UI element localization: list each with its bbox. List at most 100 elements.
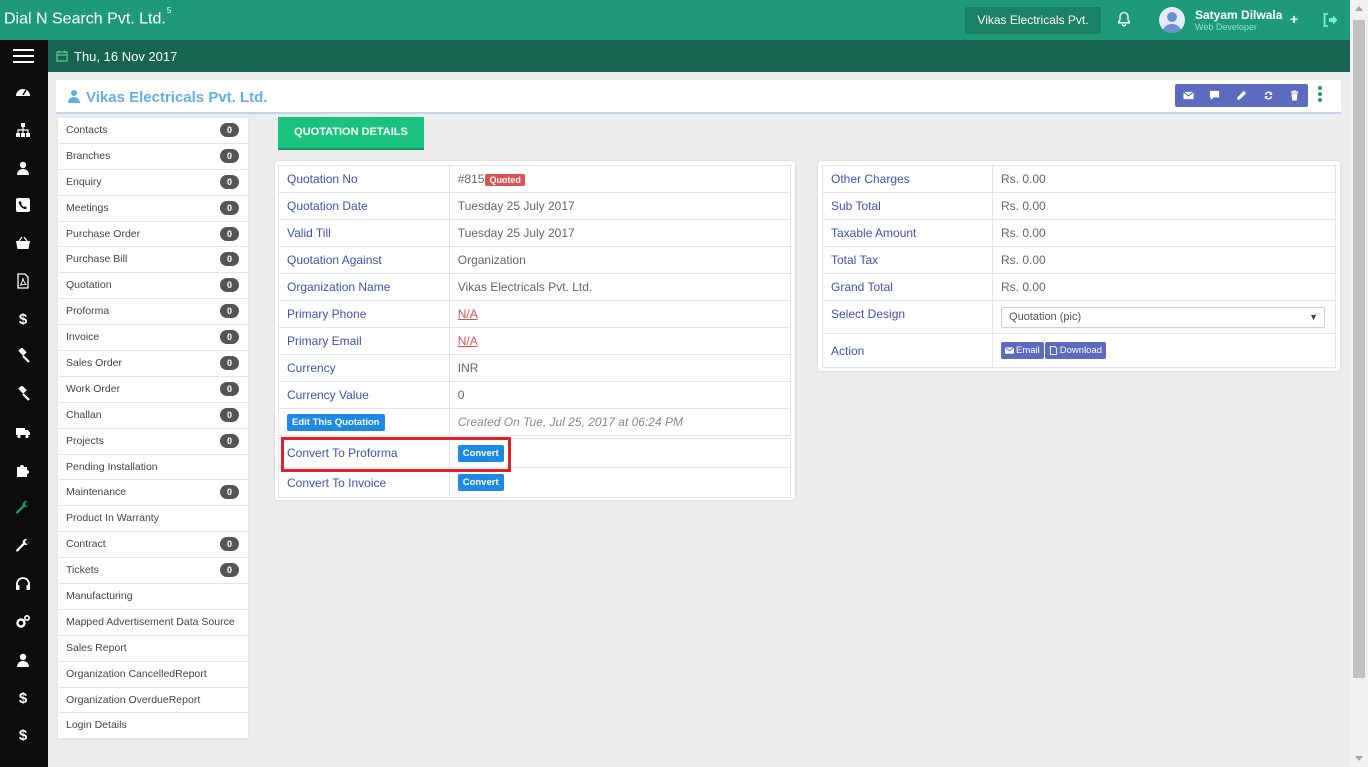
- user-icon[interactable]: [12, 649, 34, 671]
- sidebar-item-purchase-order[interactable]: Purchase Order 0: [58, 222, 248, 248]
- total-tax-label: Total Tax: [821, 246, 994, 274]
- sidebar-item-work-order[interactable]: Work Order 0: [58, 377, 248, 403]
- menu-toggle-icon[interactable]: [0, 40, 48, 72]
- table-row: Quotation No #815 Quoted: [278, 165, 792, 193]
- other-charges-label: Other Charges: [821, 165, 994, 193]
- table-row: Edit This Quotation Created On Tue, Jul …: [278, 408, 792, 436]
- sidebar-item-meetings[interactable]: Meetings 0: [58, 196, 248, 222]
- convert-to-invoice-label: Convert To Invoice: [278, 467, 450, 498]
- chevron-down-icon: ▼: [1309, 311, 1319, 322]
- primary-email-link[interactable]: N/A: [458, 334, 478, 348]
- puzzle-icon[interactable]: [12, 459, 34, 481]
- sidebar-item-organization-overduereport[interactable]: Organization OverdueReport: [58, 688, 248, 714]
- plus-icon[interactable]: +: [1290, 12, 1298, 26]
- scroll-up-icon[interactable]: [1350, 0, 1368, 17]
- dollar-icon[interactable]: $: [12, 724, 34, 746]
- sidebar-item-contacts[interactable]: Contacts 0: [58, 118, 248, 144]
- convert-to-invoice-button[interactable]: Convert: [457, 474, 504, 491]
- sidebar-item-sales-order[interactable]: Sales Order 0: [58, 351, 248, 377]
- tab-quotation-details[interactable]: QUOTATION DETAILS: [278, 117, 424, 150]
- sitemap-icon[interactable]: [12, 119, 34, 141]
- sidebar-item-pending-installation[interactable]: Pending Installation: [58, 455, 248, 481]
- user-name[interactable]: Satyam Dilwala: [1195, 8, 1282, 22]
- gavel-icon[interactable]: [12, 345, 34, 367]
- quotation-summary-panel: Other Charges Rs. 0.00 Sub Total Rs. 0.0…: [818, 161, 1340, 371]
- quotation-date-value: Tuesday 25 July 2017: [448, 192, 792, 220]
- primary-phone-label: Primary Phone: [278, 300, 450, 328]
- sidebar-item-label: Organization CancelledReport: [66, 667, 207, 680]
- sidebar-item-purchase-bill[interactable]: Purchase Bill 0: [58, 247, 248, 274]
- cogs-icon[interactable]: [12, 611, 34, 633]
- more-options-icon[interactable]: [1317, 86, 1323, 104]
- user-icon[interactable]: [12, 157, 34, 179]
- sidebar-item-branches[interactable]: Branches 0: [58, 144, 248, 170]
- sidebar-item-contract[interactable]: Contract 0: [58, 532, 248, 559]
- sidebar-item-proforma[interactable]: Proforma 0: [58, 299, 248, 326]
- edit-quotation-button[interactable]: Edit This Quotation: [287, 413, 385, 431]
- org-switcher-button[interactable]: Vikas Electricals Pvt.: [965, 7, 1101, 34]
- wrench-icon[interactable]: [12, 497, 34, 519]
- count-badge: 0: [220, 407, 239, 422]
- basket-icon[interactable]: [12, 232, 34, 254]
- table-row: Currency Value 0: [278, 381, 792, 409]
- sidebar-item-enquiry[interactable]: Enquiry 0: [58, 170, 248, 196]
- sub-total-label: Sub Total: [821, 192, 994, 220]
- email-icon[interactable]: [1175, 84, 1202, 107]
- scroll-down-icon[interactable]: [1350, 750, 1368, 767]
- sidebar-item-organization-cancelledreport[interactable]: Organization CancelledReport: [58, 662, 248, 688]
- sidebar-item-mapped-advertisement-data-source[interactable]: Mapped Advertisement Data Source: [58, 610, 248, 636]
- sidebar-item-label: Purchase Bill: [66, 253, 128, 266]
- sidebar-item-projects[interactable]: Projects 0: [58, 429, 248, 455]
- user-role: Web Developer: [1195, 22, 1257, 32]
- sidebar-item-login-details[interactable]: Login Details: [58, 713, 248, 740]
- sidebar-item-label: Organization OverdueReport: [66, 693, 201, 706]
- sidebar-item-label: Projects: [66, 434, 104, 447]
- sidebar-item-maintenance[interactable]: Maintenance 0: [58, 480, 248, 507]
- download-button[interactable]: Download: [1044, 342, 1107, 359]
- convert-invoice-cell: Convert: [448, 467, 792, 498]
- pencil-icon[interactable]: [1228, 84, 1255, 107]
- table-row: Action Email Download: [821, 333, 1336, 368]
- user-icon: [67, 89, 81, 103]
- count-badge: 0: [220, 278, 239, 293]
- dollar-icon[interactable]: $: [12, 687, 34, 709]
- comment-icon[interactable]: [1202, 84, 1229, 107]
- truck-icon[interactable]: [12, 421, 34, 443]
- sidebar-item-product-in-warranty[interactable]: Product In Warranty: [58, 506, 248, 533]
- trash-icon[interactable]: [1281, 84, 1308, 107]
- dashboard-icon[interactable]: [12, 81, 34, 103]
- pdf-file-icon[interactable]: [12, 270, 34, 292]
- sidebar-item-tickets[interactable]: Tickets 0: [58, 558, 248, 585]
- email-button[interactable]: Email: [1001, 342, 1044, 359]
- sidebar-item-label: Enquiry: [66, 175, 102, 188]
- headphones-icon[interactable]: [12, 573, 34, 595]
- avatar[interactable]: [1159, 7, 1185, 33]
- primary-phone-link[interactable]: N/A: [458, 307, 478, 321]
- edit-cell: Edit This Quotation: [278, 408, 450, 436]
- count-badge: 0: [220, 252, 239, 267]
- refresh-icon[interactable]: [1255, 84, 1282, 107]
- sidebar-item-quotation[interactable]: Quotation 0: [58, 273, 248, 300]
- table-row: Valid Till Tuesday 25 July 2017: [278, 219, 792, 247]
- phone-icon[interactable]: [12, 194, 34, 216]
- design-select[interactable]: Quotation (pic) ▼: [1001, 306, 1326, 328]
- sidebar-item-challan[interactable]: Challan 0: [58, 403, 248, 429]
- scrollbar-thumb[interactable]: [1353, 20, 1365, 678]
- sidebar-item-sales-report[interactable]: Sales Report: [58, 636, 248, 662]
- scrollbar[interactable]: [1350, 0, 1368, 767]
- quotation-against-label: Quotation Against: [278, 246, 450, 274]
- action-label: Action: [821, 333, 994, 368]
- sidebar-item-label: Challan: [66, 408, 102, 421]
- sidebar-item-label: Contract: [66, 538, 106, 551]
- total-tax-value: Rs. 0.00: [992, 246, 1336, 274]
- sidebar-item-invoice[interactable]: Invoice 0: [58, 325, 248, 352]
- dollar-icon[interactable]: $: [12, 308, 34, 330]
- sidebar-item-manufacturing[interactable]: Manufacturing: [58, 584, 248, 610]
- count-badge: 0: [220, 123, 239, 137]
- wrench-icon[interactable]: [12, 535, 34, 557]
- logout-icon[interactable]: [1321, 11, 1339, 29]
- gavel-icon[interactable]: [12, 383, 34, 405]
- sidebar-item-label: Purchase Order: [66, 227, 141, 240]
- bell-icon[interactable]: [1116, 11, 1134, 29]
- app-brand[interactable]: Dial N Search Pvt. Ltd.5: [4, 6, 171, 28]
